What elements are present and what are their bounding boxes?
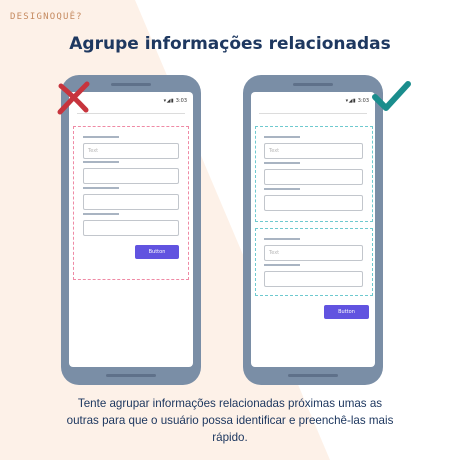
form-group-ungrouped: Text Button <box>73 126 189 280</box>
text-field[interactable] <box>83 220 179 236</box>
status-time: 3:03 <box>175 98 187 104</box>
text-field[interactable]: Text <box>264 245 363 261</box>
caption-line-1: Tente agrupar informações relacionadas p… <box>77 397 383 410</box>
app-bar-divider <box>259 113 367 114</box>
field-label <box>264 238 300 240</box>
submit-button[interactable]: Button <box>135 245 179 259</box>
status-icons: ▾◢▮ <box>345 98 357 104</box>
x-mark-icon <box>57 81 90 115</box>
brand-logo: DESIGNOQUÊ? <box>10 12 83 22</box>
text-field[interactable] <box>264 169 363 185</box>
status-time: 3:03 <box>357 98 369 104</box>
caption-line-2: outras para que o usuário possa identifi… <box>66 414 394 427</box>
check-mark-icon <box>372 81 411 111</box>
page-title: Agrupe informações relacionadas <box>69 34 391 54</box>
phone-good-example: ▾◢▮ 3:03 Text Text Button <box>243 75 383 385</box>
field-label <box>83 161 119 163</box>
field-label <box>264 136 300 138</box>
phone-home-bar <box>106 374 156 377</box>
text-field[interactable] <box>264 195 363 211</box>
phone-screen: ▾◢▮ 3:03 Text Button <box>69 92 193 367</box>
status-bar: ▾◢▮ 3:03 <box>346 98 369 104</box>
field-label <box>264 264 300 266</box>
infographic: DESIGNOQUÊ? Agrupe informações relaciona… <box>0 0 460 460</box>
field-label <box>83 187 119 189</box>
text-field[interactable]: Text <box>264 143 363 159</box>
phone-speaker <box>111 83 151 86</box>
text-field[interactable] <box>83 194 179 210</box>
app-bar-divider <box>77 113 185 114</box>
form-group-2: Text <box>255 228 373 296</box>
field-label <box>83 213 119 215</box>
caption-text: Tente agrupar informações relacionadas p… <box>0 395 460 446</box>
field-label <box>264 162 300 164</box>
caption-line-3: rápido. <box>212 431 248 444</box>
field-label <box>83 136 119 138</box>
status-icons: ▾◢▮ <box>163 98 175 104</box>
text-field[interactable]: Text <box>83 143 179 159</box>
status-bar: ▾◢▮ 3:03 <box>164 98 187 104</box>
form-group-1: Text <box>255 126 373 222</box>
phone-speaker <box>293 83 333 86</box>
submit-button[interactable]: Button <box>324 305 369 319</box>
text-field[interactable] <box>83 168 179 184</box>
phone-home-bar <box>288 374 338 377</box>
phone-screen: ▾◢▮ 3:03 Text Text Button <box>251 92 375 367</box>
text-field[interactable] <box>264 271 363 287</box>
field-label <box>264 188 300 190</box>
phone-bad-example: ▾◢▮ 3:03 Text Button <box>61 75 201 385</box>
